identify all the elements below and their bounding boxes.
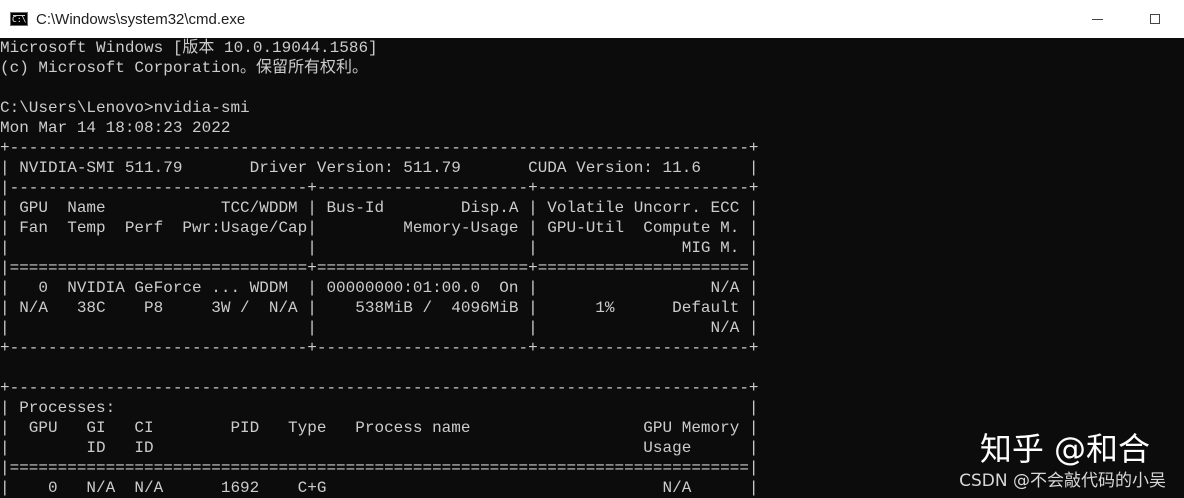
terminal-line: |===============================+=======… <box>0 259 759 277</box>
terminal-line: | N/A 38C P8 3W / N/A | 538MiB / 4096MiB… <box>0 299 759 317</box>
terminal-line: (c) Microsoft Corporation。保留所有权利。 <box>0 59 369 77</box>
terminal-line: C:\Users\Lenovo>nvidia-smi <box>0 99 250 117</box>
terminal-line: +---------------------------------------… <box>0 379 759 397</box>
terminal-line: | NVIDIA-SMI 511.79 Driver Version: 511.… <box>0 159 759 177</box>
window-title: C:\Windows\system32\cmd.exe <box>36 10 246 28</box>
terminal-line: | | | N/A | <box>0 319 759 337</box>
csdn-watermark: CSDN @不会敲代码的小吴 <box>959 471 1166 491</box>
minimize-icon <box>1091 18 1103 20</box>
terminal-line: | GPU Name TCC/WDDM | Bus-Id Disp.A | Vo… <box>0 199 759 217</box>
maximize-icon <box>1150 14 1160 24</box>
terminal-line: Microsoft Windows [版本 10.0.19044.1586] <box>0 39 378 57</box>
terminal-line: | Fan Temp Perf Pwr:Usage/Cap| Memory-Us… <box>0 219 759 237</box>
terminal-line: |-------------------------------+-------… <box>0 179 759 197</box>
terminal-line: +-------------------------------+-------… <box>0 339 759 357</box>
cmd-icon <box>10 12 28 26</box>
window-controls <box>1068 0 1184 38</box>
terminal-line: Mon Mar 14 18:08:23 2022 <box>0 119 231 137</box>
title-bar[interactable]: C:\Windows\system32\cmd.exe <box>0 0 1184 38</box>
terminal-line: | Processes: | <box>0 399 759 417</box>
minimize-button[interactable] <box>1068 0 1126 38</box>
terminal-line: | | | MIG M. | <box>0 239 759 257</box>
terminal-line: +---------------------------------------… <box>0 139 759 157</box>
zhihu-watermark: 知乎 @和合 <box>979 430 1150 468</box>
terminal-line: | 0 NVIDIA GeForce ... WDDM | 00000000:0… <box>0 279 759 297</box>
maximize-button[interactable] <box>1126 0 1184 38</box>
